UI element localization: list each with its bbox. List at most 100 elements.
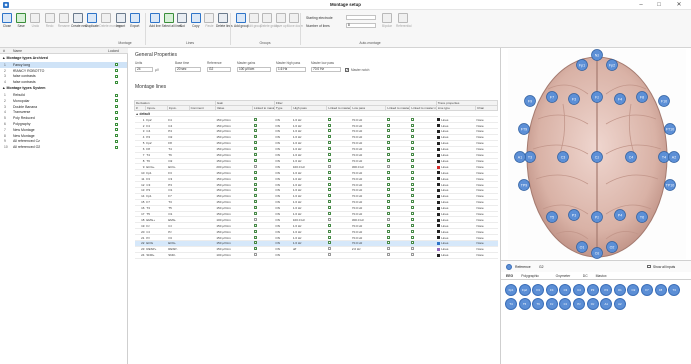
link-checkbox[interactable]: ✓ [386, 129, 390, 133]
link-checkbox[interactable]: ✓ [327, 241, 331, 245]
link-checkbox[interactable]: ✓ [410, 188, 414, 192]
electrode-f8[interactable]: F8 [636, 91, 648, 103]
electrode-f9[interactable]: F9 [524, 95, 536, 107]
input-chip[interactable]: P3 [586, 284, 599, 296]
link-checkbox[interactable]: ✓ [327, 164, 331, 168]
electrode-ft10[interactable]: FT10 [664, 123, 676, 135]
link-checkbox[interactable]: ✓ [327, 176, 331, 180]
create-new-button[interactable]: Create new [71, 13, 87, 29]
input-chip[interactable]: C3 [559, 284, 572, 296]
link-checkbox[interactable]: ✓ [386, 123, 390, 127]
link-checkbox[interactable]: ✓ [327, 158, 331, 162]
link-checkbox[interactable]: ✓ [386, 200, 390, 204]
trace-color-swatch[interactable] [437, 224, 441, 228]
line-type-cell[interactable]: Lines [436, 252, 476, 259]
trace-color-swatch[interactable] [437, 159, 441, 163]
locked-check-icon[interactable]: ✓ [115, 145, 119, 149]
select-all-button[interactable]: Select all lines [162, 13, 182, 29]
electrode-c3[interactable]: C3 [557, 151, 569, 163]
montage-list-item[interactable]: 4 false contrasts ✓ [0, 79, 127, 85]
show-all-inputs-checkbox[interactable] [647, 264, 651, 268]
tab-polygraphic[interactable]: Polygraphic [521, 274, 539, 278]
link-checkbox[interactable]: ✓ [327, 170, 331, 174]
link-checkbox[interactable]: ✓ [253, 153, 257, 156]
electrode-p3[interactable]: P3 [568, 209, 580, 221]
link-checkbox[interactable]: ✓ [410, 200, 414, 204]
export-button[interactable]: Export [128, 13, 142, 29]
input-chip[interactable]: Oz [586, 298, 599, 310]
locked-check-icon[interactable]: ✓ [115, 139, 119, 143]
low-pass-value[interactable] [350, 252, 386, 259]
link-checkbox[interactable]: ✓ [327, 147, 331, 151]
montage-list-item[interactable]: 4 Transverse ✓ [0, 110, 127, 116]
input-chip[interactable]: A2 [613, 298, 626, 310]
input-chip[interactable]: A1 [600, 298, 613, 310]
link-checkbox[interactable]: ✓ [386, 153, 390, 156]
paste-button[interactable]: Paste [202, 13, 216, 29]
electrode-tp10[interactable]: TP10 [664, 179, 676, 191]
link-checkbox[interactable]: ✓ [327, 123, 331, 127]
input-plus[interactable]: SNR+ [145, 252, 168, 259]
trace-color-swatch[interactable] [437, 248, 441, 251]
link-checkbox[interactable]: ✓ [410, 253, 414, 257]
move-up-button[interactable]: Move up [274, 13, 288, 29]
montage-list-item[interactable]: 2 Monopolar ✓ [0, 98, 127, 104]
tab-mastox[interactable]: Mastox [596, 274, 607, 278]
link-checkbox[interactable]: ✓ [253, 135, 257, 139]
link-checkbox[interactable]: ✓ [327, 200, 331, 204]
units-select[interactable]: 24 [135, 67, 153, 72]
electrode-oz[interactable]: Oz [591, 247, 603, 259]
link-checkbox[interactable]: ✓ [327, 206, 331, 209]
tab-dc[interactable]: DC [583, 274, 588, 278]
link-checkbox[interactable]: ✓ [253, 229, 257, 233]
link-checkbox[interactable]: ✓ [253, 158, 257, 162]
link-checkbox[interactable]: ✓ [410, 235, 414, 239]
master-low-pass-select[interactable]: 70.0 Hz [311, 67, 341, 72]
trace-color-swatch[interactable] [437, 200, 441, 204]
link-checkbox[interactable]: ✓ [410, 129, 414, 133]
link-checkbox[interactable]: ✓ [410, 170, 414, 174]
trace-color-swatch[interactable] [437, 165, 441, 169]
input-chip[interactable]: Fp1 [505, 284, 517, 296]
link-checkbox[interactable]: ✓ [410, 211, 414, 215]
link-checkbox[interactable]: ✓ [386, 235, 390, 239]
link-checkbox[interactable]: ✓ [386, 117, 390, 121]
master-gains-select[interactable]: 100 µV/cm [237, 67, 271, 72]
link-checkbox[interactable]: ✓ [253, 117, 257, 121]
close-button[interactable]: ✕ [672, 1, 686, 9]
electrode-f4[interactable]: F4 [614, 93, 626, 105]
electrode-tp9[interactable]: TP9 [518, 179, 530, 191]
input-chip[interactable]: T5 [518, 298, 531, 310]
locked-check-icon[interactable]: ✓ [115, 74, 119, 78]
trace-color-swatch[interactable] [437, 171, 441, 175]
move-down-button[interactable]: Move down [287, 13, 303, 29]
trace-color-swatch[interactable] [437, 147, 441, 151]
trace-color-swatch[interactable] [437, 183, 441, 187]
link-checkbox[interactable]: ✓ [386, 170, 390, 174]
input-chip[interactable]: T4 [505, 298, 517, 310]
link-checkbox[interactable]: ✓ [410, 153, 414, 156]
add-line-button[interactable]: Add line [148, 13, 162, 29]
link-checkbox[interactable]: ✓ [386, 247, 390, 251]
electrode-cz[interactable]: Cz [591, 151, 603, 163]
link-checkbox[interactable]: ✓ [386, 206, 390, 209]
link-checkbox[interactable]: ✓ [386, 188, 390, 192]
link-checkbox[interactable]: ✓ [386, 229, 390, 233]
montage-list-item[interactable]: 1 Rebuild ✓ [0, 92, 127, 98]
link-checkbox[interactable]: ✓ [253, 211, 257, 215]
input-chip[interactable]: Pz [573, 298, 585, 310]
link-checkbox[interactable]: ✓ [327, 247, 331, 251]
electrode-f7[interactable]: F7 [546, 91, 558, 103]
montage-list-item[interactable]: 8 New Montage ✓ [0, 133, 127, 139]
link-checkbox[interactable]: ✓ [327, 141, 331, 145]
link-checkbox[interactable]: ✓ [253, 253, 257, 257]
trace-color-swatch[interactable] [437, 230, 441, 234]
reference-select[interactable]: G2 [207, 67, 231, 72]
link-checkbox[interactable]: ✓ [253, 247, 257, 251]
input-chip[interactable]: C4 [573, 284, 585, 296]
link-checkbox[interactable]: ✓ [253, 141, 257, 145]
link-checkbox[interactable]: ✓ [327, 217, 331, 221]
edit-group-button[interactable]: Edit group [247, 13, 262, 29]
input-chip[interactable]: T3 [668, 284, 681, 296]
trace-color-swatch[interactable] [437, 236, 441, 240]
